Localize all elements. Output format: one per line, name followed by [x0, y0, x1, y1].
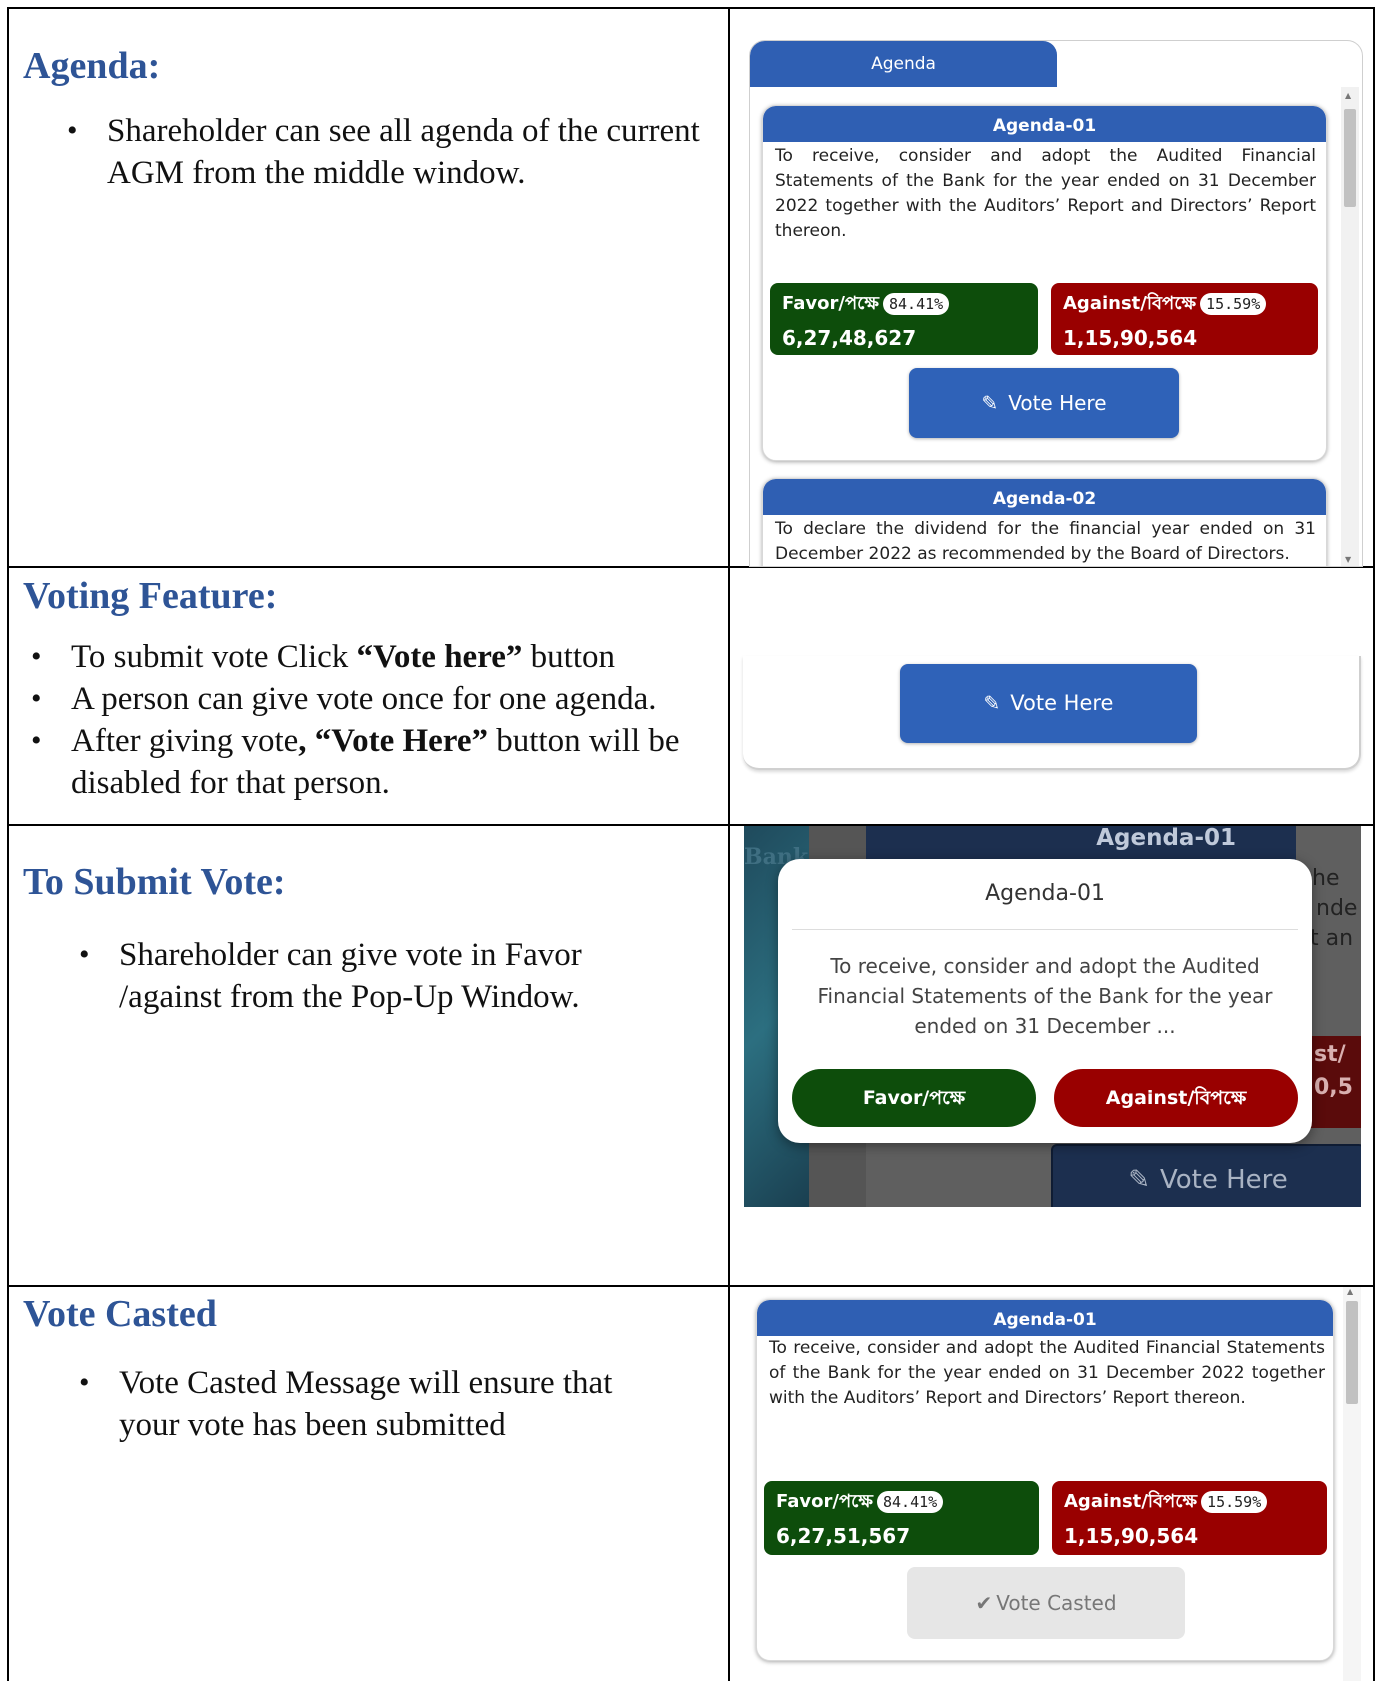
section-heading: Agenda:	[23, 45, 161, 87]
section-agenda: Agenda: Shareholder can see all agenda o…	[9, 44, 728, 194]
section-heading: To Submit Vote:	[23, 861, 286, 903]
agenda-title: Agenda-02	[763, 479, 1326, 515]
favor-button[interactable]: Favor/পক্ষে	[792, 1069, 1036, 1127]
against-stat: Against/বিপক্ষে 15.59% 1,15,90,564	[1051, 283, 1318, 355]
background-text: he	[1312, 866, 1340, 891]
against-percent: 15.59%	[1200, 293, 1267, 315]
against-count: 1,15,90,564	[1063, 326, 1198, 350]
against-percent: 15.59%	[1201, 1491, 1268, 1513]
scrollbar-thumb[interactable]	[1344, 109, 1356, 207]
bullet-item: To submit vote Click “Vote here” button	[31, 636, 721, 678]
scrollbar[interactable]: ▲ ▼	[1341, 87, 1359, 566]
modal-title: Agenda-01	[985, 881, 1105, 906]
vote-casted-window: ▲ Agenda-01 To receive, consider and ado…	[744, 1287, 1361, 1681]
tab-agenda[interactable]: Agenda	[750, 41, 1057, 87]
agenda-title: Agenda-01	[763, 106, 1326, 142]
vote-modal: Agenda-01 To receive, consider and adopt…	[778, 859, 1312, 1143]
vote-popup-screenshot: Bank Agenda-01 he nde t an st/0,5 ✎ Vote …	[744, 826, 1361, 1207]
agenda-text: To receive, consider and adopt the Audit…	[775, 146, 1316, 241]
favor-count: 6,27,48,627	[782, 326, 917, 350]
agenda-text: To declare the dividend for the financia…	[775, 519, 1316, 564]
agenda-title: Agenda-01	[757, 1300, 1333, 1336]
section-submit-vote: To Submit Vote: Shareholder can give vot…	[9, 860, 728, 1018]
section-voting-feature: Voting Feature: To submit vote Click “Vo…	[9, 574, 728, 804]
background-vote-button: ✎ Vote Here	[1051, 1144, 1361, 1207]
favor-percent: 84.41%	[882, 293, 950, 315]
agenda-card-01: Agenda-01 To receive, consider and adopt…	[756, 1299, 1334, 1661]
modal-divider	[792, 929, 1298, 930]
modal-text: To receive, consider and adopt the Audit…	[817, 954, 1273, 1038]
bullet-item: After giving vote, “Vote Here” button wi…	[31, 720, 721, 804]
scrollbar-thumb[interactable]	[1346, 1301, 1358, 1404]
bullet-item: Shareholder can give vote in Favor /agai…	[79, 934, 679, 1018]
vote-here-button[interactable]: ✎ Vote Here	[909, 368, 1179, 438]
favor-count: 6,27,51,567	[776, 1524, 911, 1548]
background-against: st/0,5	[1304, 1036, 1361, 1128]
column-divider	[728, 7, 730, 1681]
agenda-window: Agenda ▲ ▼ Agenda-01 To receive, conside…	[749, 40, 1363, 567]
agenda-card-01: Agenda-01 To receive, consider and adopt…	[762, 105, 1327, 461]
against-count: 1,15,90,564	[1064, 1524, 1199, 1548]
section-heading: Vote Casted	[23, 1293, 217, 1335]
against-button[interactable]: Against/বিপক্ষে	[1054, 1069, 1298, 1127]
pencil-icon: ✎	[981, 391, 999, 415]
bullet-item: A person can give vote once for one agen…	[31, 678, 721, 720]
background-text: nde	[1316, 896, 1358, 921]
bullet-item: Vote Casted Message will ensure that you…	[79, 1362, 679, 1446]
pencil-icon: ✎	[1128, 1165, 1150, 1195]
vote-here-button[interactable]: ✎ Vote Here	[900, 664, 1197, 743]
vote-button-preview: ✎ Vote Here	[743, 656, 1361, 770]
background-text: t an	[1310, 926, 1354, 951]
agenda-card-02: Agenda-02 To declare the dividend for th…	[762, 478, 1327, 566]
check-circle-icon: ✔	[975, 1591, 993, 1615]
favor-stat: Favor/পক্ষে 84.41% 6,27,51,567	[764, 1481, 1039, 1555]
favor-percent: 84.41%	[876, 1491, 944, 1513]
vote-casted-button: ✔ Vote Casted	[907, 1567, 1185, 1639]
against-stat: Against/বিপক্ষে 15.59% 1,15,90,564	[1052, 1481, 1327, 1555]
section-vote-casted: Vote Casted Vote Casted Message will ens…	[9, 1292, 728, 1446]
pencil-icon: ✎	[983, 691, 1001, 715]
scrollbar[interactable]: ▲	[1343, 1287, 1361, 1681]
agenda-text: To receive, consider and adopt the Audit…	[769, 1338, 1325, 1408]
bullet-item: Shareholder can see all agenda of the cu…	[67, 110, 707, 194]
favor-stat: Favor/পক্ষে 84.41% 6,27,48,627	[770, 283, 1038, 355]
section-heading: Voting Feature:	[23, 575, 278, 617]
